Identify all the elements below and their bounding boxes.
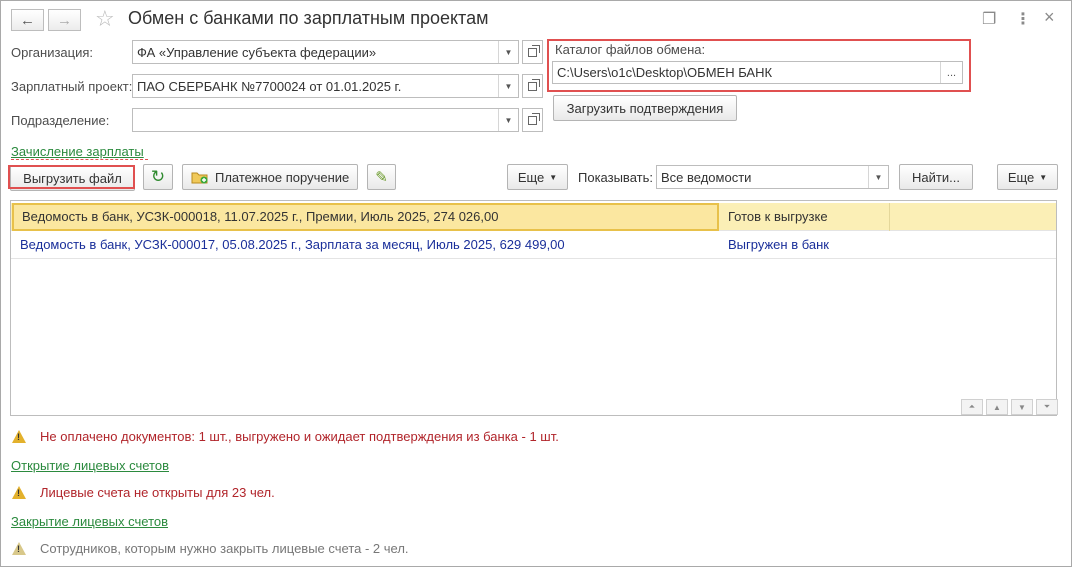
open-external-icon (528, 44, 540, 57)
department-field[interactable]: ▼ (132, 108, 519, 132)
payment-order-label: Платежное поручение (215, 169, 350, 185)
folder-add-icon (191, 172, 208, 184)
edit-button[interactable]: ✎ (367, 164, 396, 190)
scroll-up-icon[interactable]: ▲ (986, 399, 1008, 415)
section-underline (11, 159, 148, 160)
department-label: Подразделение: (11, 113, 110, 128)
scroll-down-icon[interactable]: ▼ (1011, 399, 1033, 415)
project-field[interactable]: ПАО СБЕРБАНК №7700024 от 01.01.2025 г. ▼ (132, 74, 519, 98)
more-label: Еще (517, 169, 545, 185)
favorite-star-icon[interactable]: ☆ (95, 6, 115, 32)
close-accounts-message: Сотрудников, которым нужно закрыть лицев… (40, 541, 409, 556)
warning-icon (12, 542, 26, 555)
close-accounts-link[interactable]: Закрытие лицевых счетов (11, 514, 168, 529)
document-cell[interactable]: Ведомость в банк, УСЗК-000017, 05.08.202… (12, 231, 719, 259)
status-cell[interactable]: Выгружен в банк (720, 231, 890, 259)
refresh-button[interactable]: ↻ (143, 164, 173, 190)
browse-button[interactable]: ... (940, 62, 962, 83)
more-actions-button-1[interactable]: Еще ▼ (507, 164, 568, 190)
exchange-window: ← → ☆ Обмен с банками по зарплатным прое… (0, 0, 1072, 567)
organization-value: ФА «Управление субъекта федерации» (137, 44, 377, 60)
project-label: Зарплатный проект: (11, 79, 133, 94)
pencil-icon: ✎ (375, 169, 388, 186)
export-highlight-frame (8, 165, 135, 189)
find-button[interactable]: Найти... (899, 164, 973, 190)
dropdown-arrow-icon[interactable]: ▼ (498, 109, 518, 131)
close-icon[interactable]: × (1044, 7, 1055, 28)
show-label: Показывать: (578, 170, 653, 185)
open-external-icon (528, 78, 540, 91)
arrow-left-icon: ← (20, 11, 35, 29)
more-label: Еще (1007, 169, 1035, 185)
scroll-bottom-icon[interactable]: ⏷ (1036, 399, 1058, 415)
warning-icon (12, 486, 26, 499)
payment-order-button[interactable]: Платежное поручение (182, 164, 358, 190)
dropdown-arrow-icon[interactable]: ▼ (868, 166, 888, 188)
project-value: ПАО СБЕРБАНК №7700024 от 01.01.2025 г. (137, 78, 402, 94)
catalog-label: Каталог файлов обмена: (555, 42, 706, 57)
accounts-not-open-message: Лицевые счета не открыты для 23 чел. (40, 485, 275, 500)
page-title: Обмен с банками по зарплатным проектам (128, 8, 489, 28)
scroll-top-icon[interactable]: ⏶ (961, 399, 983, 415)
back-button[interactable]: ← (11, 9, 44, 31)
dropdown-arrow-icon[interactable]: ▼ (498, 75, 518, 97)
organization-label: Организация: (11, 45, 94, 60)
warning-icon (12, 430, 26, 443)
organization-open-button[interactable] (522, 40, 543, 64)
open-accounts-link[interactable]: Открытие лицевых счетов (11, 458, 169, 473)
more-actions-button-2[interactable]: Еще ▼ (997, 164, 1058, 190)
not-paid-message: Не оплачено документов: 1 шт., выгружено… (40, 429, 559, 444)
refresh-icon: ↻ (150, 167, 166, 186)
catalog-path-value: C:\Users\o1c\Desktop\ОБМЕН БАНК (557, 65, 773, 80)
project-open-button[interactable] (522, 74, 543, 98)
load-confirmations-button[interactable]: Загрузить подтверждения (553, 95, 737, 121)
salary-section-link[interactable]: Зачисление зарплаты (11, 144, 144, 159)
dropdown-arrow-icon[interactable]: ▼ (498, 41, 518, 63)
status-cell[interactable]: Готов к выгрузке (720, 203, 890, 231)
more-menu-icon[interactable]: ⋮ (1015, 9, 1031, 29)
link-icon[interactable]: ❐ (982, 9, 996, 29)
forward-button[interactable]: → (48, 9, 81, 31)
department-open-button[interactable] (522, 108, 543, 132)
organization-field[interactable]: ФА «Управление субъекта федерации» ▼ (132, 40, 519, 64)
document-cell[interactable]: Ведомость в банк, УСЗК-000018, 11.07.202… (12, 203, 719, 231)
show-filter-select[interactable]: Все ведомости ▼ (656, 165, 889, 189)
show-filter-value: Все ведомости (661, 169, 752, 185)
chevron-down-icon: ▼ (1039, 172, 1048, 182)
chevron-down-icon: ▼ (549, 172, 558, 182)
table-row[interactable]: Ведомость в банк, УСЗК-000018, 11.07.202… (11, 203, 1056, 231)
catalog-path-field[interactable]: C:\Users\o1c\Desktop\ОБМЕН БАНК ... (552, 61, 963, 84)
open-external-icon (528, 112, 540, 125)
table-row[interactable]: Ведомость в банк, УСЗК-000017, 05.08.202… (11, 231, 1056, 259)
arrow-right-icon: → (57, 11, 72, 29)
statements-table[interactable]: Ведомость в банк, УСЗК-000018, 11.07.202… (10, 200, 1057, 416)
